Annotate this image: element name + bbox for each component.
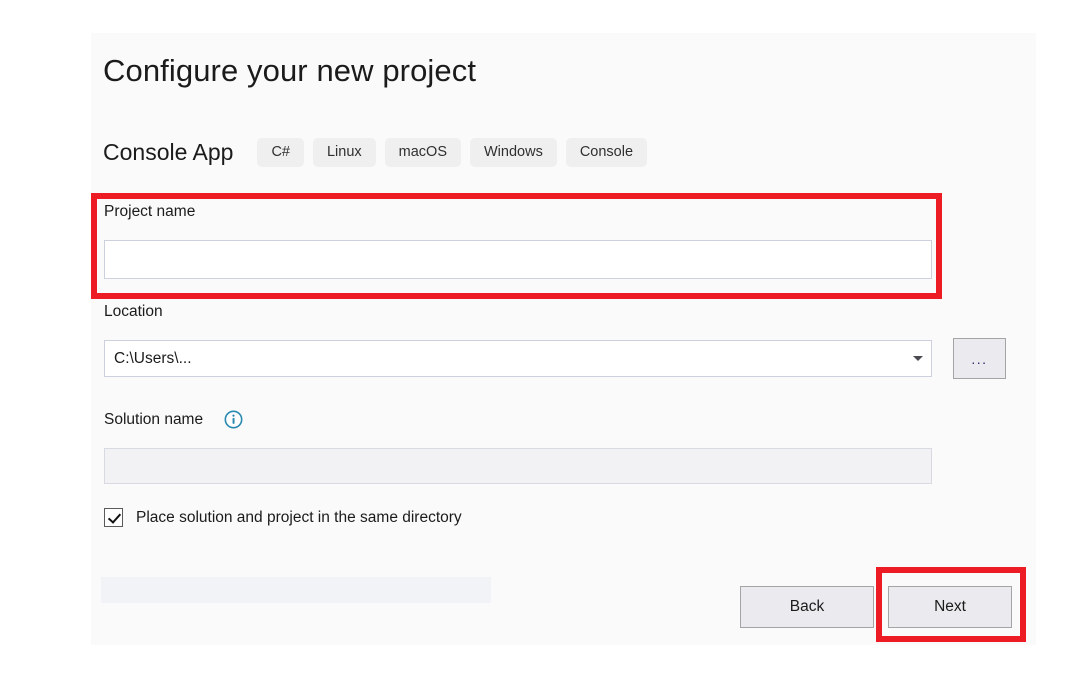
project-name-label: Project name xyxy=(104,203,195,221)
tag-pill-console: Console xyxy=(566,138,647,167)
location-label: Location xyxy=(104,303,163,321)
status-bar-placeholder xyxy=(101,577,491,603)
template-name: Console App xyxy=(103,139,233,166)
browse-location-button[interactable]: ... xyxy=(953,338,1006,379)
next-button[interactable]: Next xyxy=(888,586,1012,628)
location-combobox[interactable]: C:\Users\... xyxy=(104,340,932,377)
back-button[interactable]: Back xyxy=(740,586,874,628)
place-solution-same-directory-checkbox[interactable] xyxy=(104,508,123,527)
location-value: C:\Users\... xyxy=(105,350,905,368)
place-solution-same-directory-label: Place solution and project in the same d… xyxy=(136,509,462,527)
solution-name-label: Solution name xyxy=(104,411,203,429)
tag-pill-linux: Linux xyxy=(313,138,376,167)
tag-pill-macos: macOS xyxy=(385,138,461,167)
page-title: Configure your new project xyxy=(103,53,476,89)
chevron-down-icon[interactable] xyxy=(905,341,931,376)
info-circle-icon[interactable] xyxy=(224,410,243,429)
place-solution-same-directory-row[interactable]: Place solution and project in the same d… xyxy=(104,508,462,527)
template-summary-row: Console App C# Linux macOS Windows Conso… xyxy=(103,133,656,171)
configure-project-dialog: Configure your new project Console App C… xyxy=(91,33,1036,645)
project-name-input[interactable] xyxy=(104,240,932,279)
tag-pill-language: C# xyxy=(257,138,304,167)
tag-pill-windows: Windows xyxy=(470,138,557,167)
solution-name-input[interactable] xyxy=(104,448,932,484)
